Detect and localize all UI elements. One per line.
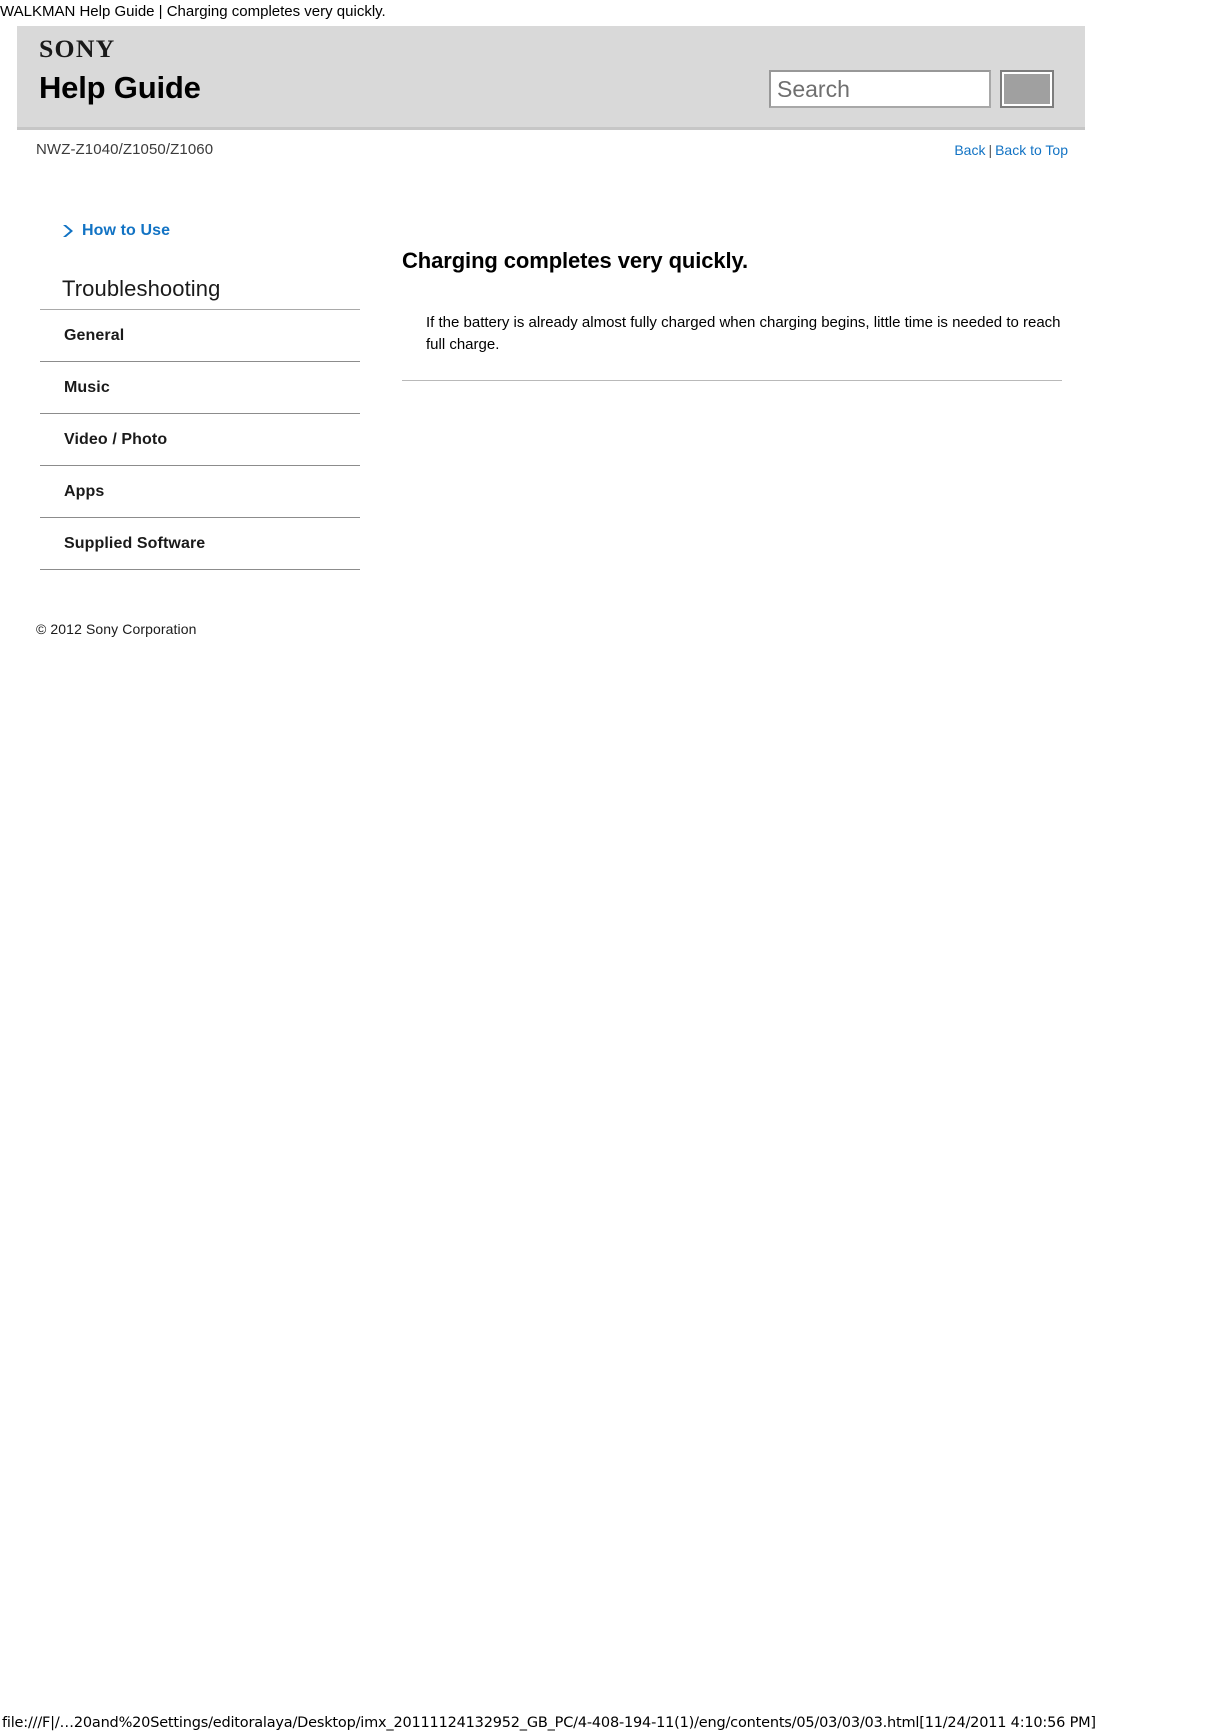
- sidebar-item-how-to-use[interactable]: How to Use: [62, 222, 360, 240]
- content-paragraph: If the battery is already almost fully c…: [426, 314, 1061, 353]
- site-header: SONY Help Guide: [17, 26, 1085, 130]
- main-content: Charging completes very quickly. If the …: [402, 248, 1062, 381]
- sidebar-section-title: Troubleshooting: [40, 276, 360, 310]
- back-link[interactable]: Back: [954, 142, 985, 158]
- sidebar-item-video-photo[interactable]: Video / Photo: [40, 414, 360, 466]
- print-page-title: WALKMAN Help Guide | Charging completes …: [0, 3, 386, 20]
- sidebar: How to Use Troubleshooting General Music…: [40, 222, 360, 570]
- search-form: [769, 70, 1054, 108]
- sidebar-how-to-use-label: How to Use: [82, 222, 171, 239]
- sidebar-item-apps[interactable]: Apps: [40, 466, 360, 518]
- search-input[interactable]: [769, 70, 991, 108]
- sony-logo: SONY: [39, 36, 116, 63]
- sidebar-item-music[interactable]: Music: [40, 362, 360, 414]
- top-nav-links: Back | Back to Top: [0, 142, 1068, 158]
- content-divider: [402, 379, 1062, 381]
- sidebar-item-general[interactable]: General: [40, 310, 360, 362]
- chevron-right-icon: [63, 225, 73, 237]
- sidebar-item-supplied-software[interactable]: Supplied Software: [40, 518, 360, 570]
- page-title: Help Guide: [39, 70, 201, 105]
- back-to-top-link[interactable]: Back to Top: [995, 142, 1068, 158]
- search-submit-button[interactable]: [1000, 70, 1054, 108]
- content-heading: Charging completes very quickly.: [402, 248, 749, 273]
- footer-url: file:///F|/…20and%20Settings/editoralaya…: [2, 1715, 1096, 1731]
- copyright-text: © 2012 Sony Corporation: [36, 621, 197, 637]
- nav-separator: |: [988, 142, 993, 158]
